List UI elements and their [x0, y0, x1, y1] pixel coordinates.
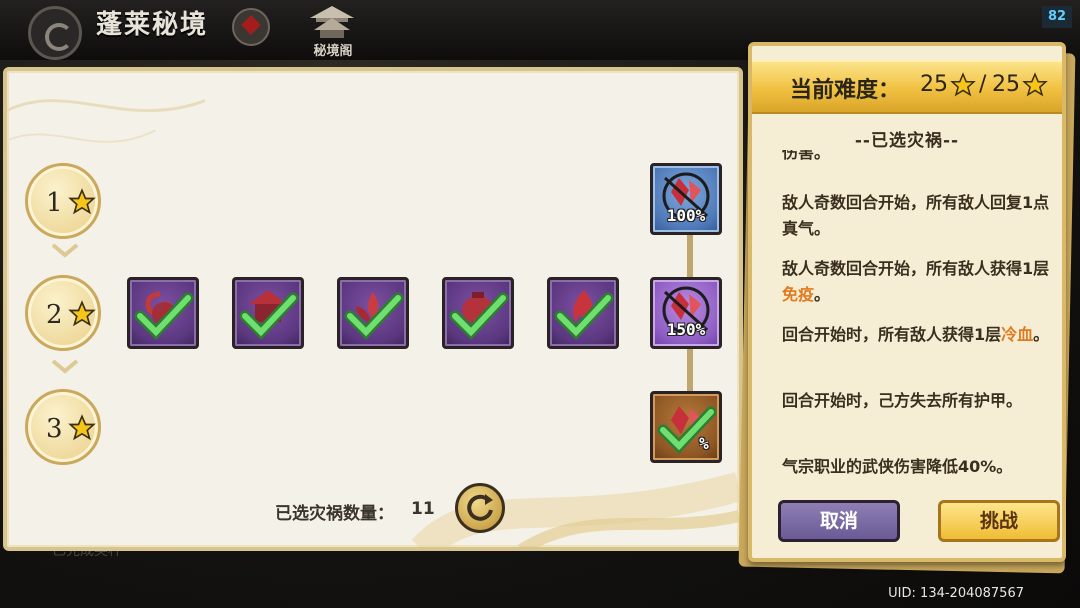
curse-tile[interactable] [547, 277, 619, 349]
difficulty-value: 25 [920, 72, 948, 97]
effect-text-part: 。 [1033, 325, 1050, 344]
effect-text: 敌人奇数回合开始，所有敌人回复1点真气。 [782, 193, 1050, 238]
star-icon [1022, 72, 1048, 97]
tier-label: 1 [46, 188, 63, 218]
curse-selection-panel: 1 2 3 100% 150% % 已选灾祸数量： 11 [3, 67, 743, 551]
ladder-tile-1[interactable]: 100% [650, 163, 722, 235]
difficulty-max: 25 [992, 72, 1020, 97]
effect-text-part: 敌人奇数回合开始，所有敌人获得1层 [782, 259, 1050, 278]
curse-tile[interactable] [127, 277, 199, 349]
curse-effects-list[interactable]: 伤害。 敌人奇数回合开始，所有敌人回复1点真气。 敌人奇数回合开始，所有敌人获得… [782, 150, 1054, 480]
star-icon [68, 188, 96, 215]
area-badge-icon [232, 8, 270, 46]
ladder-percent: 150% [666, 320, 706, 339]
keyword-immunity[interactable]: 免疫 [782, 285, 814, 304]
effect-text-part: 回合开始时，所有敌人获得1层 [782, 325, 1002, 344]
chevron-down-icon [51, 243, 79, 258]
area-title: 蓬莱秘境 [96, 10, 209, 40]
effect-text: 气宗职业的武侠伤害降低40%。 [782, 457, 1013, 476]
difficulty-separator: / [979, 72, 987, 97]
curse-tile[interactable] [337, 277, 409, 349]
chevron-down-icon [51, 359, 79, 374]
keyword-cold-blood[interactable]: 冷血 [1001, 325, 1033, 344]
back-emblem-icon[interactable] [28, 6, 82, 60]
star-icon [68, 300, 96, 327]
effect-text: 伤害。 [782, 150, 831, 162]
difficulty-label: 当前难度： [790, 78, 901, 103]
tier-3-badge[interactable]: 3 [25, 389, 101, 465]
selected-count-value: 11 [411, 499, 435, 519]
curse-house-icon [239, 290, 299, 340]
curse-spiral-icon [134, 291, 194, 340]
tier-2-badge[interactable]: 2 [25, 275, 101, 351]
star-icon [68, 414, 96, 441]
tier-label: 3 [46, 414, 63, 444]
curse-tile[interactable] [232, 277, 304, 349]
effect-text: 回合开始时，己方失去所有护甲。 [782, 391, 1023, 410]
star-icon [950, 72, 976, 97]
curse-flame-icon [554, 290, 614, 340]
difficulty-detail-card: 当前难度： 25 / 25 --已选灾祸-- 伤害。 敌人奇数回合开始，所有敌人… [748, 42, 1066, 562]
effect-text-part: 。 [814, 285, 831, 304]
cancel-button[interactable]: 取消 [778, 500, 900, 542]
selected-count-label: 已选灾祸数量： [275, 504, 394, 524]
ladder-connector [687, 235, 693, 279]
challenge-button[interactable]: 挑战 [938, 500, 1060, 542]
pavilion-icon[interactable] [306, 4, 358, 40]
tier-label: 2 [46, 300, 63, 330]
curse-tile[interactable] [442, 277, 514, 349]
ladder-percent: 100% [666, 206, 706, 225]
ladder-tile-2[interactable]: 150% [650, 277, 722, 349]
reset-button[interactable] [455, 483, 505, 533]
effect-text: 敌人奇数回合开始，所有敌人获得1层免疫。 [782, 256, 1054, 308]
difficulty-header: 当前难度： 25 / 25 [752, 60, 1062, 114]
ladder-connector [687, 349, 693, 393]
selected-curses-title: --已选灾祸-- [854, 131, 960, 151]
ladder-percent: % [699, 434, 709, 453]
refresh-icon [467, 494, 493, 521]
pavilion-label: 秘境阁 [313, 44, 353, 59]
effect-text: 回合开始时，所有敌人获得1层冷血。 [782, 322, 1054, 348]
ladder-tile-3[interactable]: % [650, 391, 722, 463]
user-id: UID: 134-204087567 [888, 586, 1024, 601]
tier-1-badge[interactable]: 1 [25, 163, 101, 239]
curse-lotus-icon [344, 292, 404, 340]
curse-pot-icon [449, 292, 509, 340]
fps-counter: 82 [1042, 6, 1072, 28]
